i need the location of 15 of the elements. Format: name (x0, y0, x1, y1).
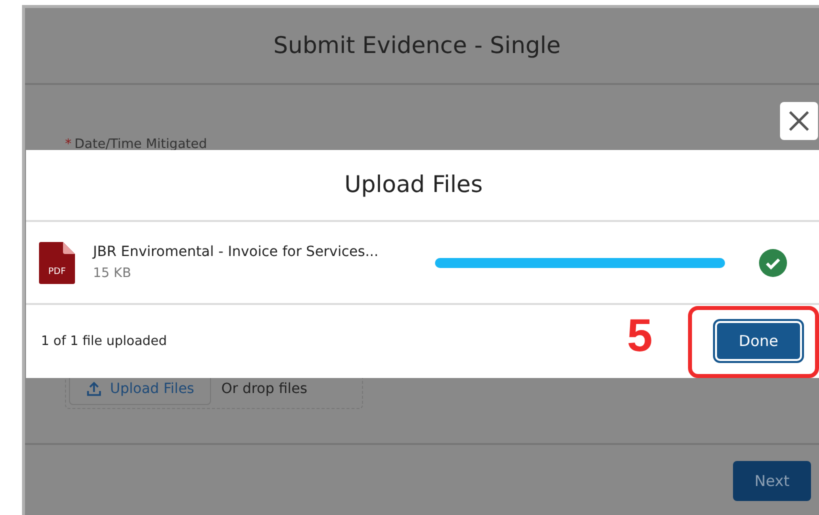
close-button[interactable] (780, 102, 818, 140)
step-number: 5 (627, 308, 653, 362)
modal-title: Submit Evidence - Single (273, 32, 561, 58)
dialog-title: Upload Files (344, 172, 483, 198)
done-button[interactable]: Done (715, 321, 802, 361)
next-button[interactable]: Next (733, 461, 811, 501)
pdf-file-icon: PDF (39, 242, 75, 284)
upload-icon (86, 381, 102, 397)
required-mark: * (65, 137, 72, 152)
file-size: 15 KB (93, 266, 132, 281)
drop-files-text: Or drop files (221, 381, 308, 397)
file-name: JBR Enviromental - Invoice for Services... (93, 244, 380, 260)
close-icon (787, 109, 811, 133)
field-label: Date/Time Mitigated (74, 137, 208, 152)
upload-status: 1 of 1 file uploaded (41, 334, 167, 349)
